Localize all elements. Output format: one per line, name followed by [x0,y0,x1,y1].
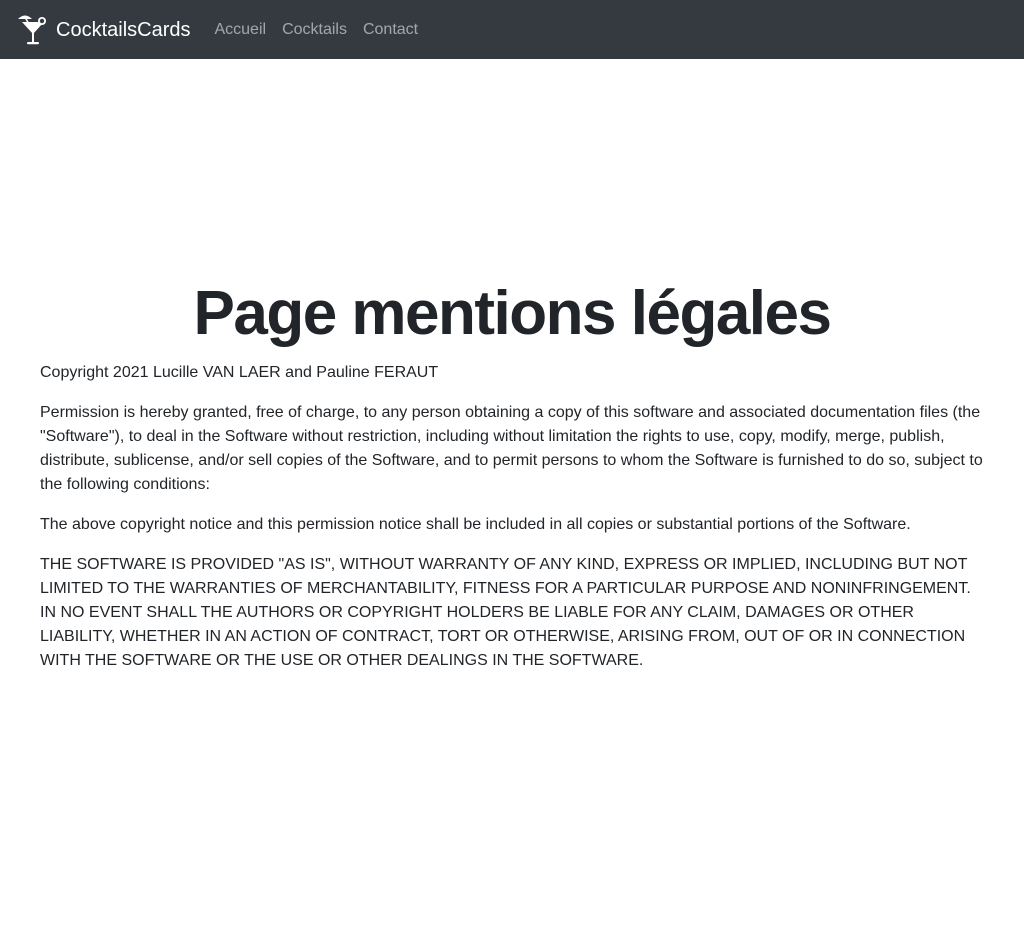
permission-paragraph: Permission is hereby granted, free of ch… [40,404,983,493]
copyright-paragraph: Copyright 2021 Lucille VAN LAER and Paul… [40,364,439,381]
notice-paragraph: The above copyright notice and this perm… [40,516,911,533]
main-content: Page mentions légales Copyright 2021 Luc… [0,277,1024,673]
nav-link-contact[interactable]: Contact [355,13,426,47]
brand-name: CocktailsCards [56,18,191,41]
nav-link-accueil[interactable]: Accueil [206,13,274,47]
page-title: Page mentions légales [193,279,832,348]
warranty-paragraph: THE SOFTWARE IS PROVIDED "AS IS", WITHOU… [40,556,971,669]
cocktail-glass-icon [16,13,48,47]
top-navbar: CocktailsCards Accueil Cocktails Contact [0,0,1024,59]
nav-link-cocktails[interactable]: Cocktails [274,13,355,47]
brand-link[interactable]: CocktailsCards [16,13,190,47]
